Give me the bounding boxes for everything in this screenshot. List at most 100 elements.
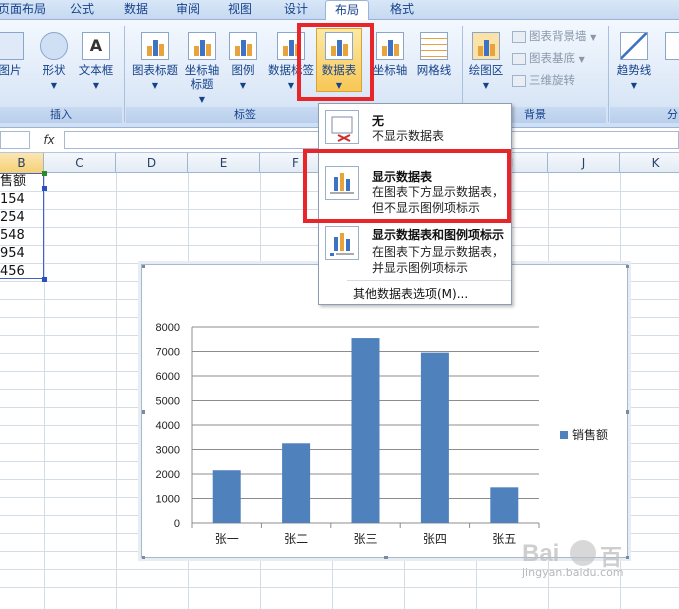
more-data-table-options[interactable]: 其他数据表选项(M)... [353,285,468,302]
chart-wall-button[interactable]: 图表背景墙 ▼ [512,28,596,46]
no-data-table-icon [325,110,359,144]
bar [420,352,449,523]
axis-titles-button[interactable]: 坐标轴标题▼ [182,32,222,107]
x-tick-label: 张一 [215,532,239,546]
picture-icon [0,32,24,60]
chart-title-icon [141,32,169,60]
paw-icon [570,540,596,566]
axes-icon [376,32,404,60]
chart-resize-handle [142,556,145,559]
tab-format[interactable]: 格式 [382,0,422,20]
trendline-button[interactable]: 趋势线 ▼ [612,32,656,93]
plot-area-button[interactable]: 绘图区 ▼ [466,32,506,93]
bar [212,470,241,523]
tab-formulas[interactable]: 公式 [62,0,102,20]
x-tick-label: 张二 [284,532,308,546]
grid-line [116,173,117,609]
chevron-down-icon: ▼ [50,81,58,90]
analysis-icon [665,32,679,60]
analysis-more-button[interactable] [660,32,679,63]
data-range-selection [0,173,44,279]
chart-title-button[interactable]: 图表标题 ▼ [128,32,182,93]
tab-page-layout[interactable]: 页面布局 [0,0,50,20]
chart-resize-handle [384,556,388,559]
chart-wall-icon [512,30,526,43]
y-tick-label: 7000 [156,347,180,359]
chevron-down-icon: ▼ [482,81,490,90]
y-tick-label: 3000 [156,445,180,457]
menu-divider [347,280,511,281]
tab-design[interactable]: 设计 [276,0,316,20]
column-header-b[interactable]: B [0,153,44,173]
y-tick-label: 1000 [156,494,180,506]
axes-button[interactable]: 坐标轴 [370,32,410,77]
column-header-d[interactable]: D [116,153,188,173]
chevron-down-icon: ▼ [92,81,100,90]
column-header-j[interactable]: J [548,153,620,173]
shapes-button[interactable]: 形状 ▼ [36,32,72,93]
tab-data[interactable]: 数据 [116,0,156,20]
column-header-e[interactable]: E [188,153,260,173]
chart-resize-handle [142,410,145,414]
chevron-down-icon: ▼ [287,81,295,90]
chart-floor-button[interactable]: 图表基底 ▼ [512,50,585,68]
ribbon-tab-bar: 页面布局 公式 数据 审阅 视图 设计 布局 格式 [0,0,679,21]
3d-rotation-icon [512,74,526,87]
gridlines-button[interactable]: 网格线 [412,32,456,77]
chart-floor-icon [512,52,526,65]
plot-area-icon [472,32,500,60]
data-table-legend-icon [325,226,359,260]
bar-chart: 0 1000 2000 3000 4000 5000 6000 7000 8000 张一 张二 张三 张… [142,265,629,559]
chart-resize-handle [142,265,145,268]
range-handle[interactable] [42,277,47,282]
chevron-down-icon: ▼ [151,81,159,90]
y-tick-label: 2000 [156,469,180,481]
chevron-down-icon: ▼ [198,95,206,104]
grid-line [0,587,679,588]
x-tick-label: 张五 [492,532,516,546]
tab-review[interactable]: 审阅 [168,0,208,20]
chart-object[interactable]: 0 1000 2000 3000 4000 5000 6000 7000 8000 张一 张二 张三 张… [141,264,629,559]
bar [282,443,311,523]
x-tick-label: 张四 [423,532,447,546]
textbox-icon: A [82,32,110,60]
group-divider [124,26,125,122]
column-header-k[interactable]: K [620,153,679,173]
gridlines-icon [420,32,448,60]
highlight-box-show-data-table [303,149,511,223]
grid-line [44,173,45,609]
x-tick-label: 张三 [353,532,377,546]
tab-layout[interactable]: 布局 [325,0,369,21]
textbox-button[interactable]: A 文本框 ▼ [76,32,116,93]
chevron-down-icon: ▼ [630,81,638,90]
shapes-icon [40,32,68,60]
legend-button[interactable]: 图例 ▼ [226,32,260,93]
3d-rotation-button[interactable]: 三维旋转 [512,72,575,88]
insert-function-button[interactable]: fx [36,130,62,150]
bar [490,487,519,523]
menu-item-show-data-table-with-legend[interactable]: 显示数据表和图例项标示 在图表下方显示数据表， 并显示图例项标示 [319,222,511,282]
range-handle[interactable] [42,171,47,176]
name-box[interactable] [0,131,30,149]
legend-label: 销售额 [572,427,608,442]
baidu-watermark: Bai 百 jingyan.baidu.com [522,540,624,579]
axis-titles-icon [188,32,216,60]
tab-view[interactable]: 视图 [220,0,260,20]
chevron-down-icon: ▼ [239,81,247,90]
column-header-c[interactable]: C [44,153,116,173]
group-divider [608,26,609,122]
trendline-icon [620,32,648,60]
range-handle[interactable] [42,186,47,191]
menu-item-none[interactable]: 无 不显示数据表 [319,104,511,150]
y-tick-label: 5000 [156,396,180,408]
picture-button[interactable]: 图片 [0,32,28,77]
y-tick-label: 8000 [156,322,180,334]
chart-resize-handle [626,410,629,414]
y-tick-label: 6000 [156,371,180,383]
group-label-analysis: 分 [610,107,679,123]
y-tick-label: 0 [174,518,180,530]
bar [351,338,380,523]
legend-icon [229,32,257,60]
legend-swatch [560,431,568,439]
y-tick-label: 4000 [156,420,180,432]
